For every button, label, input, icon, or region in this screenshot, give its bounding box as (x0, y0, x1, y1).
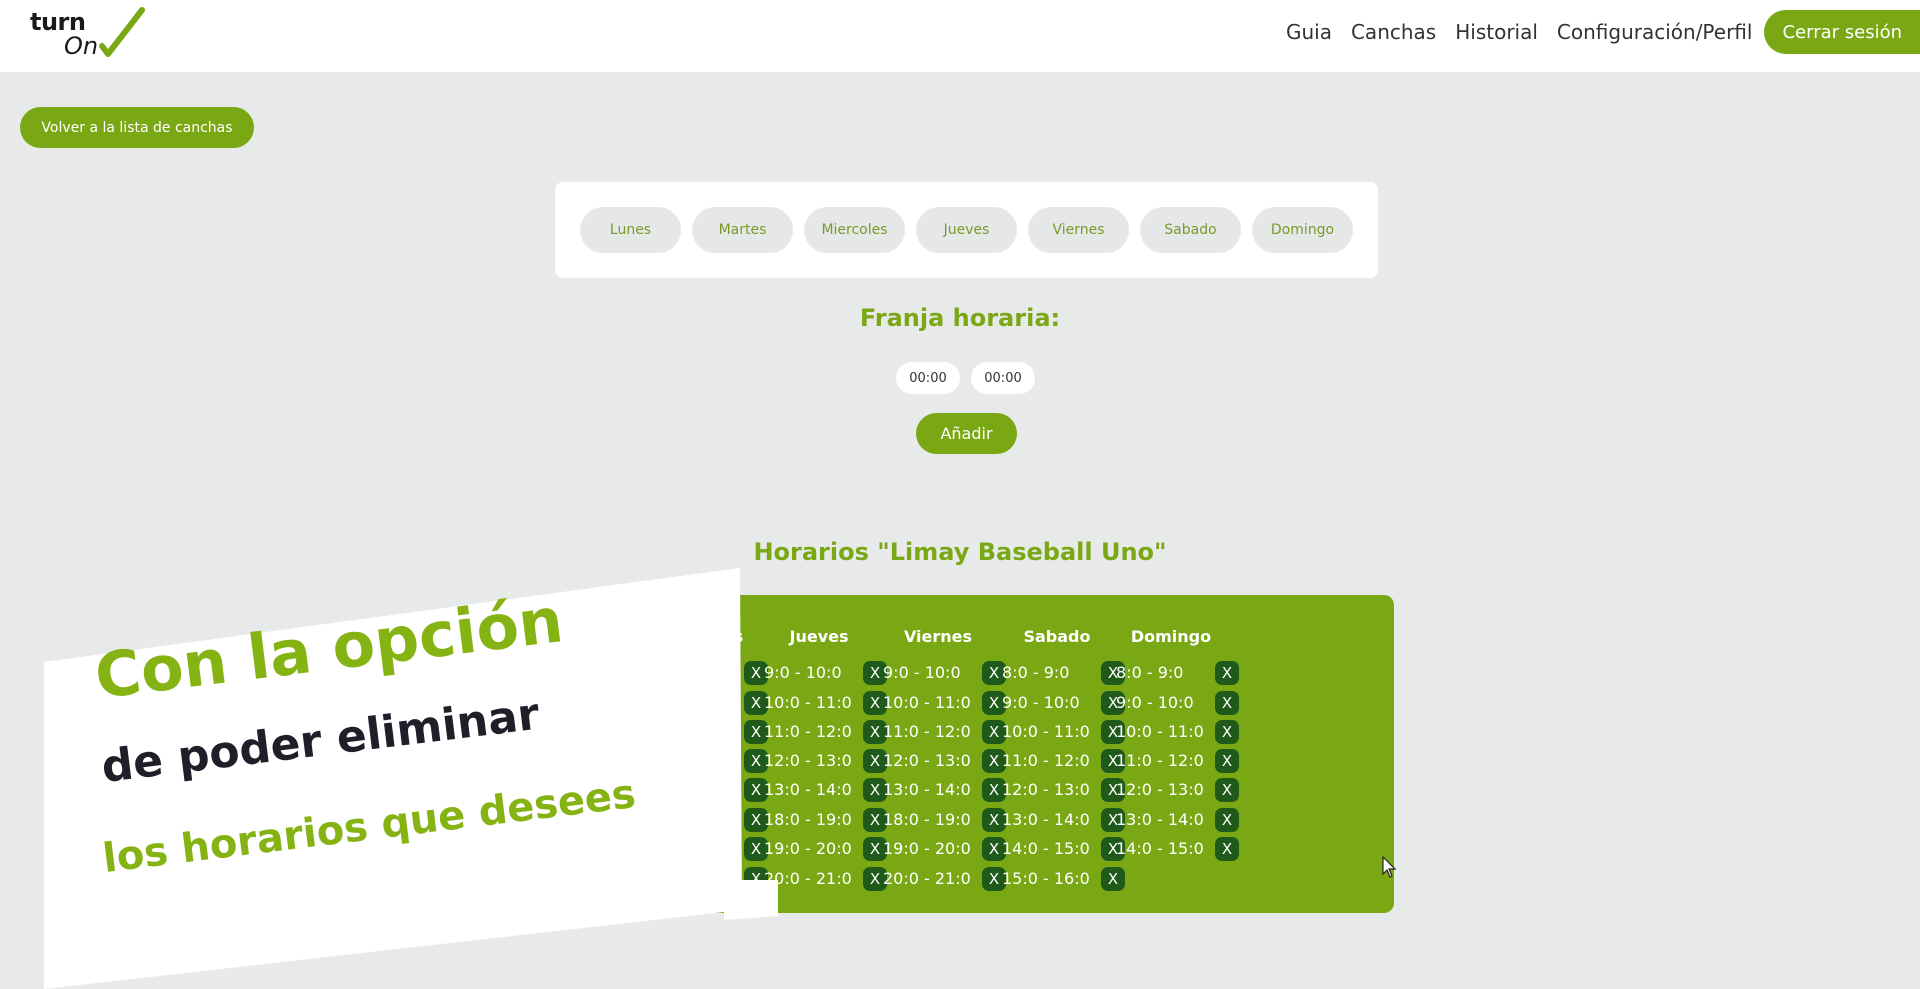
mouse-cursor-icon (1382, 856, 1397, 878)
